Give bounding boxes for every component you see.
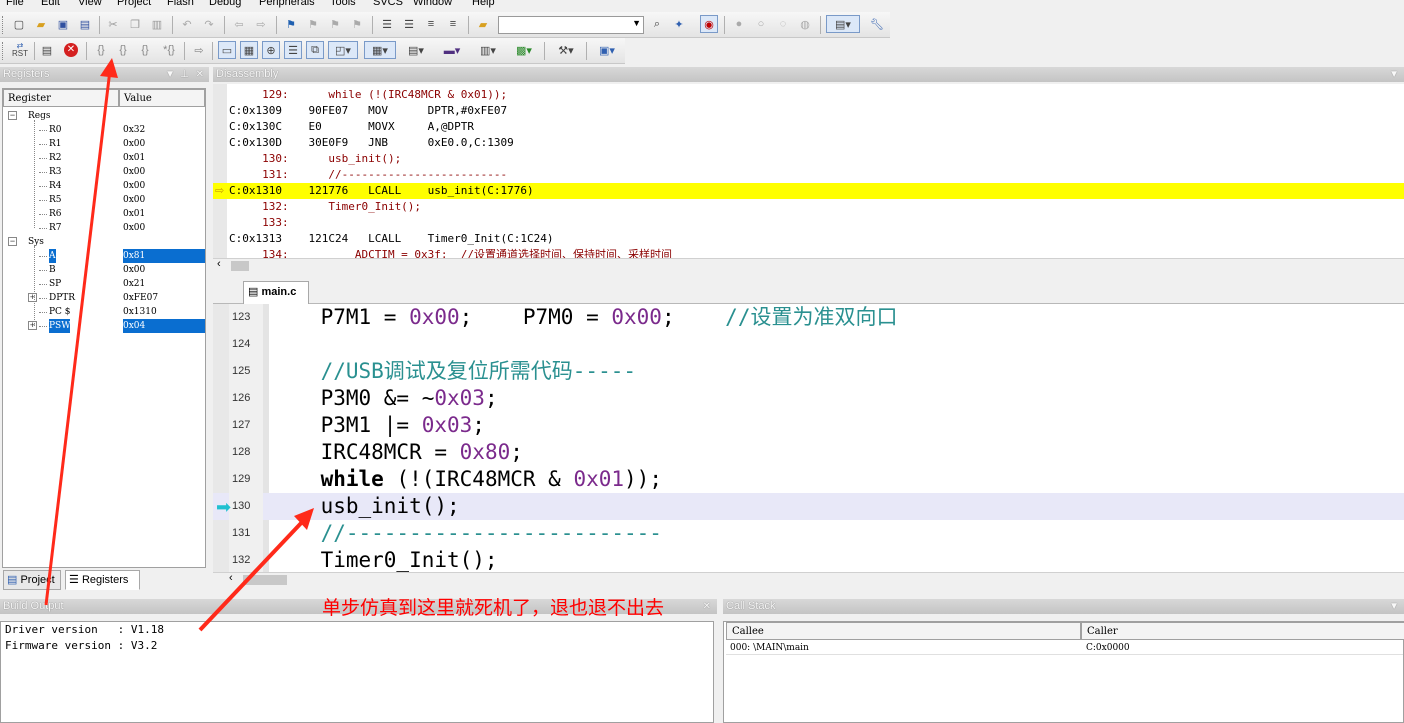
annotation-text: 单步仿真到这里就死机了，退也退不出去: [322, 597, 665, 619]
annotation-arrows: [44, 58, 314, 632]
